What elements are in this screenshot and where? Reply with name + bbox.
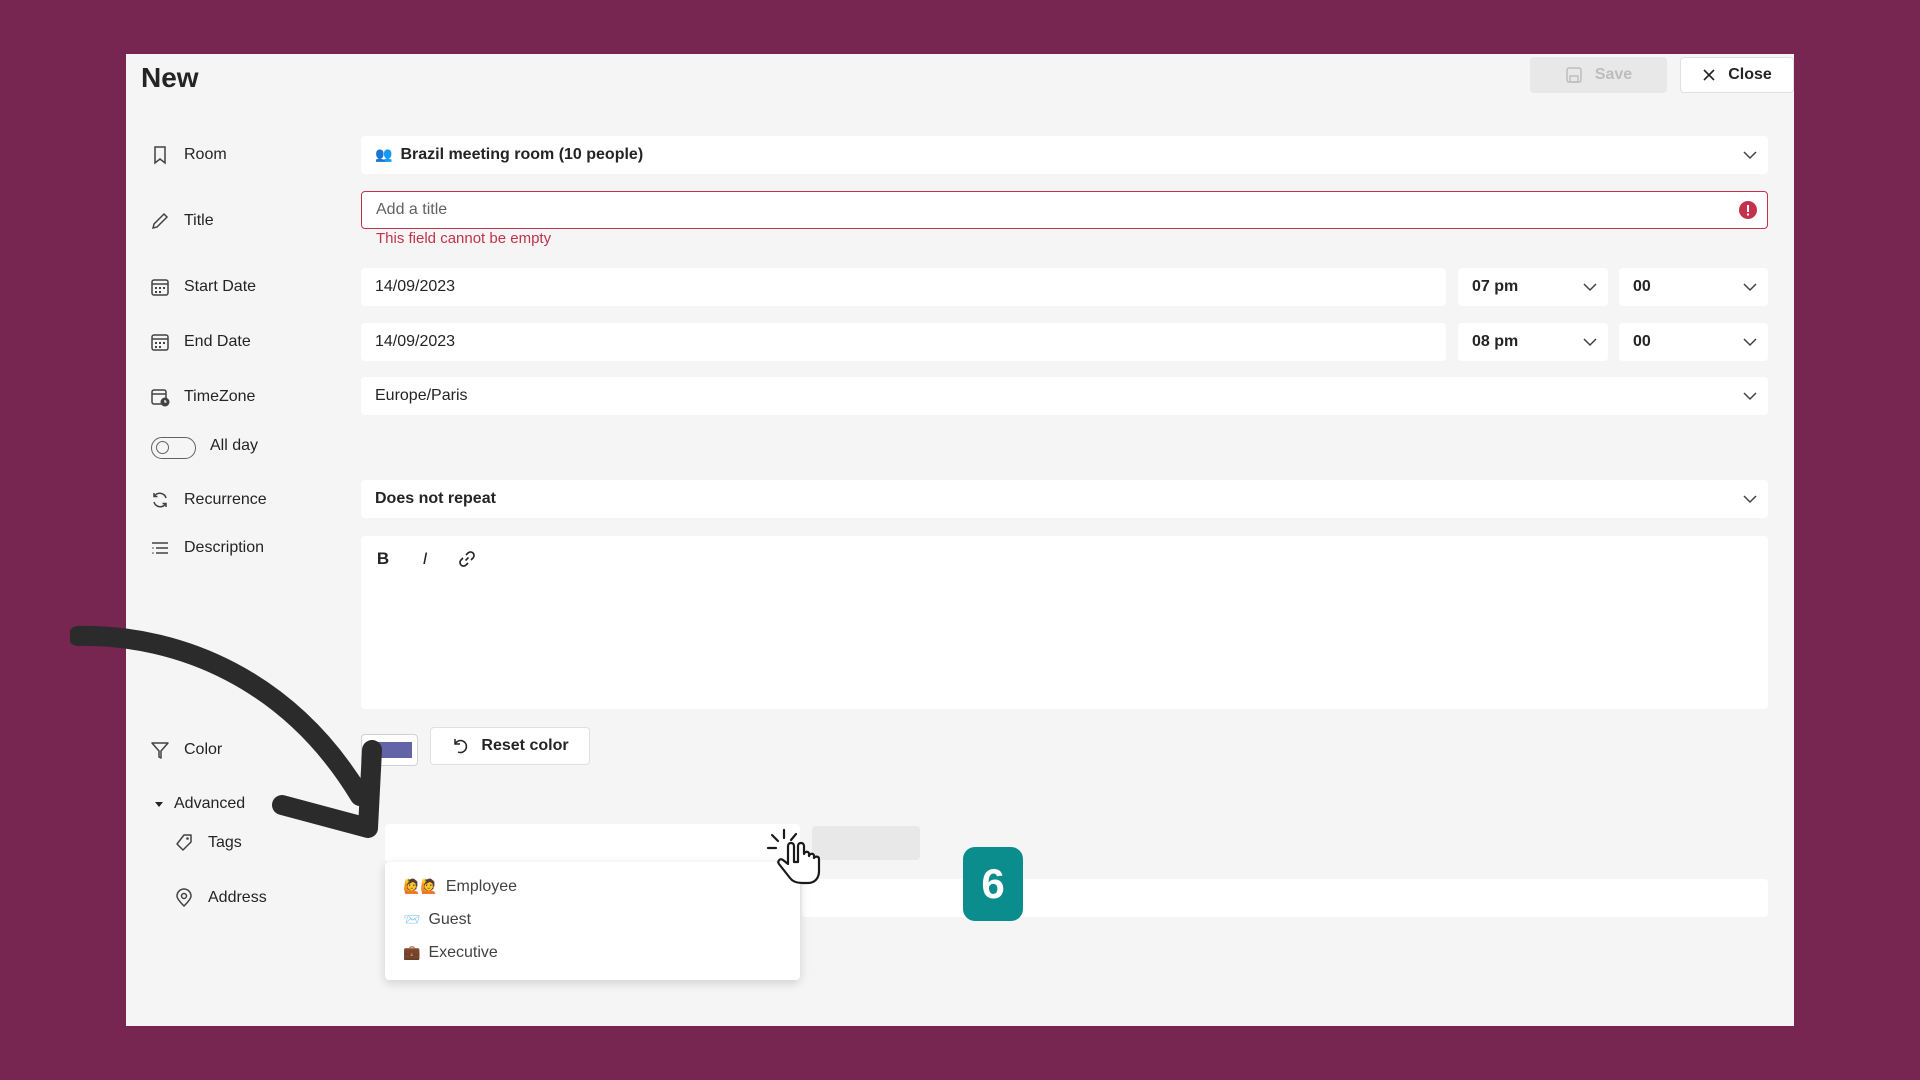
click-cursor-icon xyxy=(766,828,821,885)
tags-add-button[interactable] xyxy=(812,826,920,860)
chevron-down-icon xyxy=(1743,495,1757,504)
close-label: Close xyxy=(1728,66,1772,83)
chevron-down-icon xyxy=(1583,338,1597,347)
location-icon xyxy=(176,888,192,908)
timezone-label: TimeZone xyxy=(150,385,255,409)
new-event-panel: New Save Close Room 👥 Brazil meeting roo… xyxy=(126,54,1794,1026)
calendar-icon xyxy=(151,279,169,296)
envelope-icon: 📨 xyxy=(403,911,421,928)
all-day-label: All day xyxy=(210,437,259,454)
bold-button[interactable]: B xyxy=(369,548,397,570)
people-icon: 👥 xyxy=(375,147,393,163)
title-placeholder: Add a title xyxy=(376,201,448,218)
start-date-input[interactable]: 14/09/2023 xyxy=(361,268,1446,306)
end-hour-select[interactable]: 08 pm xyxy=(1458,323,1608,361)
timezone-select[interactable]: Europe/Paris xyxy=(361,377,1768,415)
end-date-label: End Date xyxy=(150,330,251,354)
start-hour-select[interactable]: 07 pm xyxy=(1458,268,1608,306)
recurrence-value: Does not repeat xyxy=(375,490,496,507)
save-label: Save xyxy=(1594,66,1633,83)
tag-option-employee[interactable]: 🙋🙋 Employee xyxy=(385,870,800,903)
chevron-down-icon xyxy=(1743,392,1757,401)
save-icon xyxy=(1566,67,1582,83)
start-date-value: 14/09/2023 xyxy=(375,278,456,295)
briefcase-icon: 💼 xyxy=(403,944,421,961)
address-label: Address xyxy=(174,886,267,910)
link-button[interactable] xyxy=(453,548,481,570)
arrow-annotation-icon xyxy=(70,625,382,838)
description-editor[interactable]: B I xyxy=(361,536,1768,709)
chevron-down-icon xyxy=(1743,151,1757,160)
raising-hand-icon: 🙋🙋 xyxy=(403,878,438,895)
title-error-message: This field cannot be empty xyxy=(376,230,552,247)
recurrence-select[interactable]: Does not repeat xyxy=(361,480,1768,518)
title-label: Title xyxy=(150,209,214,233)
reset-color-label: Reset color xyxy=(481,737,569,754)
calendar-icon xyxy=(151,334,169,351)
close-button[interactable]: Close xyxy=(1680,57,1794,93)
end-date-value: 14/09/2023 xyxy=(375,333,456,350)
room-label: Room xyxy=(150,143,227,167)
start-date-label: Start Date xyxy=(150,275,256,299)
end-minute-value: 00 xyxy=(1633,333,1651,350)
toggle-knob xyxy=(156,441,169,454)
editor-toolbar: B I xyxy=(369,548,481,570)
tags-input[interactable] xyxy=(385,824,800,862)
pencil-icon xyxy=(151,212,169,230)
end-hour-value: 08 pm xyxy=(1472,333,1519,350)
end-minute-select[interactable]: 00 xyxy=(1619,323,1768,361)
bookmark-icon xyxy=(154,146,166,165)
timezone-value: Europe/Paris xyxy=(375,387,468,404)
page-title: New xyxy=(141,62,199,93)
recurrence-label: Recurrence xyxy=(150,488,267,512)
text-align-icon xyxy=(152,542,168,554)
tags-dropdown: 🙋🙋 Employee 📨 Guest 💼 Executive xyxy=(385,862,800,980)
title-input[interactable]: Add a title xyxy=(361,191,1768,229)
error-icon xyxy=(1739,201,1757,219)
room-value: Brazil meeting room (10 people) xyxy=(400,146,644,163)
all-day-toggle[interactable] xyxy=(151,437,196,459)
repeat-icon xyxy=(153,492,167,508)
undo-icon xyxy=(454,739,468,754)
chevron-down-icon xyxy=(1743,283,1757,292)
address-input[interactable] xyxy=(802,879,1768,917)
save-button[interactable]: Save xyxy=(1530,57,1667,93)
chevron-down-icon xyxy=(1743,338,1757,347)
italic-button[interactable]: I xyxy=(411,548,439,570)
link-icon xyxy=(459,551,475,567)
start-minute-select[interactable]: 00 xyxy=(1619,268,1768,306)
room-select[interactable]: 👥 Brazil meeting room (10 people) xyxy=(361,136,1768,174)
start-minute-value: 00 xyxy=(1633,278,1651,295)
calendar-clock-icon xyxy=(151,389,170,407)
tag-option-guest[interactable]: 📨 Guest xyxy=(385,903,800,936)
chevron-down-icon xyxy=(1583,283,1597,292)
description-label: Description xyxy=(150,536,264,560)
reset-color-button[interactable]: Reset color xyxy=(430,727,590,765)
close-icon xyxy=(1703,69,1715,81)
tag-option-executive[interactable]: 💼 Executive xyxy=(385,936,800,969)
end-date-input[interactable]: 14/09/2023 xyxy=(361,323,1446,361)
step-number-badge: 6 xyxy=(963,847,1023,921)
start-hour-value: 07 pm xyxy=(1472,278,1519,295)
